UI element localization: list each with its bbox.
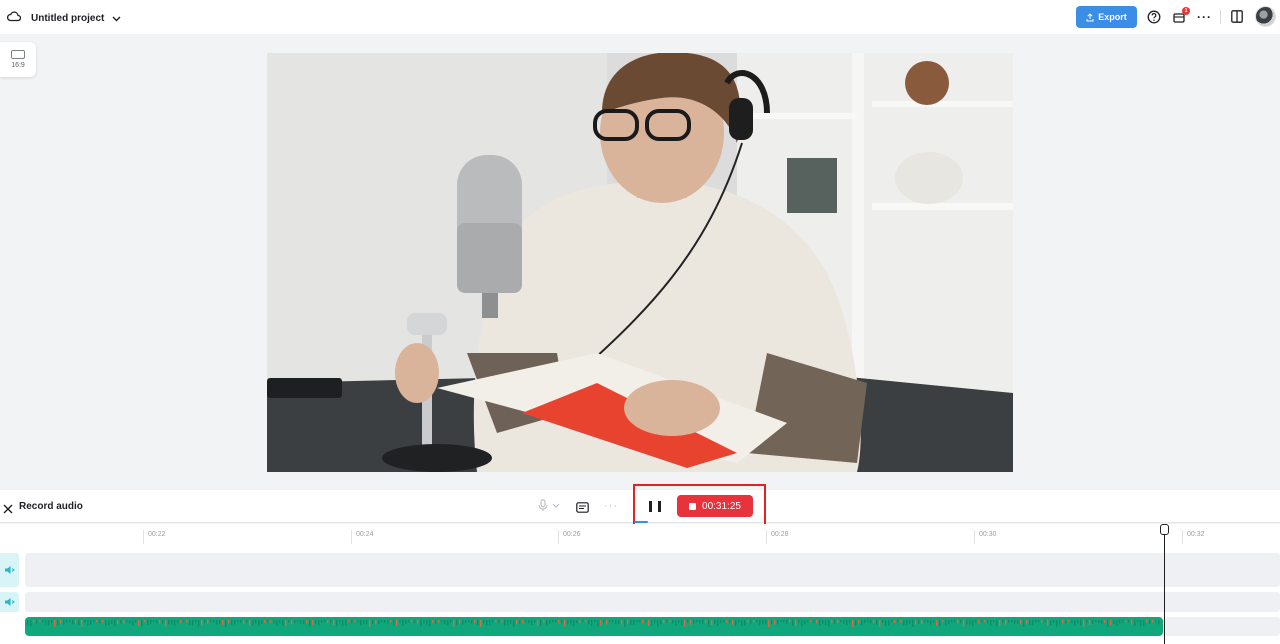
upload-icon <box>1086 12 1094 21</box>
more-options-icon[interactable]: ··· <box>1197 10 1212 24</box>
user-avatar[interactable] <box>1255 6 1276 27</box>
audio-track[interactable] <box>25 592 1280 612</box>
microphone-select[interactable] <box>538 499 560 512</box>
stop-icon <box>689 502 697 510</box>
speaker-icon <box>5 598 15 606</box>
active-indicator <box>634 521 648 523</box>
time-ruler[interactable]: 00:22 00:24 00:26 00:28 00:30 00:32 <box>0 524 1280 546</box>
help-icon[interactable] <box>1147 10 1161 24</box>
more-options-icon[interactable]: ··· <box>604 500 618 512</box>
speaker-icon <box>5 566 15 574</box>
export-label: Export <box>1098 12 1127 22</box>
playhead-handle[interactable] <box>1160 524 1169 535</box>
waveform-graphic <box>27 620 1160 627</box>
aspect-ratio-icon <box>11 50 25 59</box>
top-bar: Untitled project Export 1 ··· <box>0 0 1280 34</box>
video-frame-image <box>267 53 1013 472</box>
captions-icon[interactable] <box>576 500 589 518</box>
record-audio-title: Record audio <box>19 501 83 512</box>
export-button[interactable]: Export <box>1076 6 1137 28</box>
audio-track-empty[interactable] <box>1165 617 1280 636</box>
chevron-down-icon <box>552 503 560 508</box>
ruler-tick: 00:30 <box>974 530 997 544</box>
video-track[interactable] <box>25 553 1280 587</box>
ruler-tick: 00:28 <box>766 530 789 544</box>
aspect-ratio-button[interactable]: 16:9 <box>0 42 36 77</box>
notification-badge: 1 <box>1182 7 1190 15</box>
toolbar-divider <box>1220 10 1221 24</box>
track-audio-toggle[interactable] <box>0 553 19 587</box>
chevron-down-icon[interactable] <box>112 9 121 27</box>
ruler-tick: 00:22 <box>143 530 166 544</box>
microphone-icon <box>538 499 548 511</box>
ruler-tick: 00:24 <box>351 530 374 544</box>
track-audio-toggle[interactable] <box>0 592 19 612</box>
stop-recording-button[interactable]: 00:31:25 <box>677 495 753 517</box>
close-icon[interactable] <box>3 501 13 519</box>
playhead-line <box>1164 524 1165 644</box>
video-preview[interactable] <box>267 53 1013 472</box>
timeline[interactable]: 00:22 00:24 00:26 00:28 00:30 00:32 <box>0 524 1280 644</box>
pause-button[interactable] <box>649 501 661 513</box>
ruler-tick: 00:32 <box>1182 530 1205 544</box>
cloud-icon <box>7 9 22 27</box>
record-audio-bar: Record audio ··· 00:31:25 <box>0 484 1280 526</box>
layout-panel-icon[interactable] <box>1231 10 1243 23</box>
ruler-tick: 00:26 <box>558 530 581 544</box>
project-menu[interactable]: Untitled project <box>7 9 121 27</box>
recording-timer: 00:31:25 <box>702 500 741 512</box>
project-title: Untitled project <box>31 12 105 24</box>
aspect-ratio-label: 16:9 <box>11 62 25 69</box>
recorded-audio-waveform[interactable] <box>25 617 1163 636</box>
